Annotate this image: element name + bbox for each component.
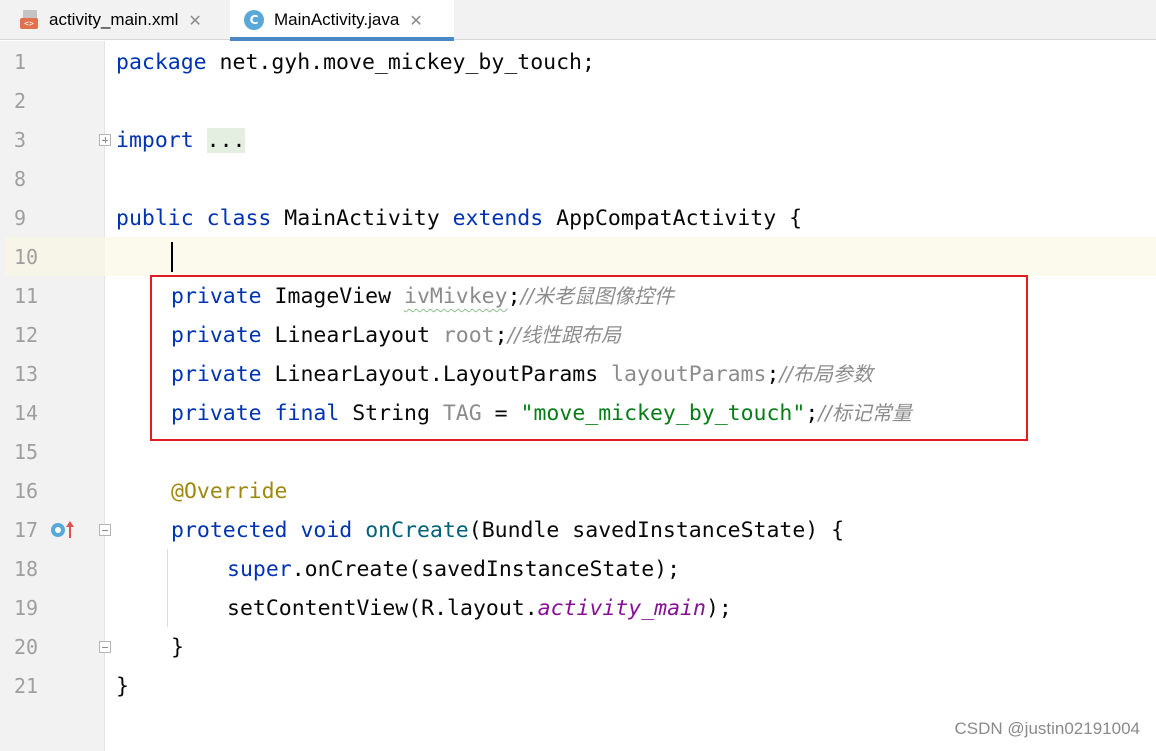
line-number: 18 — [14, 557, 39, 581]
line-number: 2 — [14, 89, 27, 113]
line-number: 3 — [14, 128, 27, 152]
line-number: 13 — [14, 362, 39, 386]
tab-label: activity_main.xml — [49, 10, 179, 29]
editor-tab-bar: <> activity_main.xml ✕ C MainActivity.ja… — [0, 0, 1156, 41]
watermark: CSDN @justin02191004 — [954, 719, 1140, 738]
line-number: 16 — [14, 479, 39, 503]
text-caret — [171, 242, 173, 272]
code-line-20[interactable]: } — [171, 628, 184, 667]
line-number: 1 — [14, 50, 27, 74]
expand-fold-icon[interactable] — [99, 134, 111, 146]
override-method-icon[interactable] — [50, 520, 76, 540]
code-line-9[interactable]: public class MainActivity extends AppCom… — [116, 199, 802, 238]
code-line-21[interactable]: } — [116, 667, 129, 706]
line-number: 21 — [14, 674, 39, 698]
tab-label: MainActivity.java — [274, 10, 400, 29]
highlight-box — [150, 275, 1028, 441]
close-icon[interactable]: ✕ — [409, 11, 422, 30]
line-number: 8 — [14, 167, 27, 191]
line-number: 11 — [14, 284, 39, 308]
collapse-fold-icon[interactable] — [99, 641, 111, 653]
tab-main-activity-java[interactable]: C MainActivity.java ✕ — [230, 0, 454, 41]
xml-file-icon: <> — [20, 10, 40, 30]
line-number: 17 — [14, 518, 39, 542]
code-line-17[interactable]: protected void onCreate(Bundle savedInst… — [171, 511, 844, 550]
line-number: 19 — [14, 596, 39, 620]
indent-guide — [167, 549, 168, 627]
line-number: 9 — [14, 206, 27, 230]
code-line-1[interactable]: package net.gyh.move_mickey_by_touch; — [116, 43, 595, 82]
folded-imports[interactable]: ... — [206, 128, 246, 153]
code-line-16[interactable]: @Override — [171, 472, 288, 511]
line-number: 10 — [14, 245, 39, 269]
collapse-fold-icon[interactable] — [99, 524, 111, 536]
line-number: 20 — [14, 635, 39, 659]
line-number: 15 — [14, 440, 39, 464]
java-class-icon: C — [244, 10, 264, 30]
tab-activity-main-xml[interactable]: <> activity_main.xml ✕ — [10, 0, 228, 40]
current-line-highlight — [105, 237, 1156, 276]
code-line-3[interactable]: import ... — [116, 121, 246, 160]
line-number: 12 — [14, 323, 39, 347]
line-number: 14 — [14, 401, 39, 425]
code-line-19[interactable]: setContentView(R.layout.activity_main); — [227, 589, 732, 628]
close-icon[interactable]: ✕ — [188, 11, 201, 30]
code-line-18[interactable]: super.onCreate(savedInstanceState); — [227, 550, 680, 589]
